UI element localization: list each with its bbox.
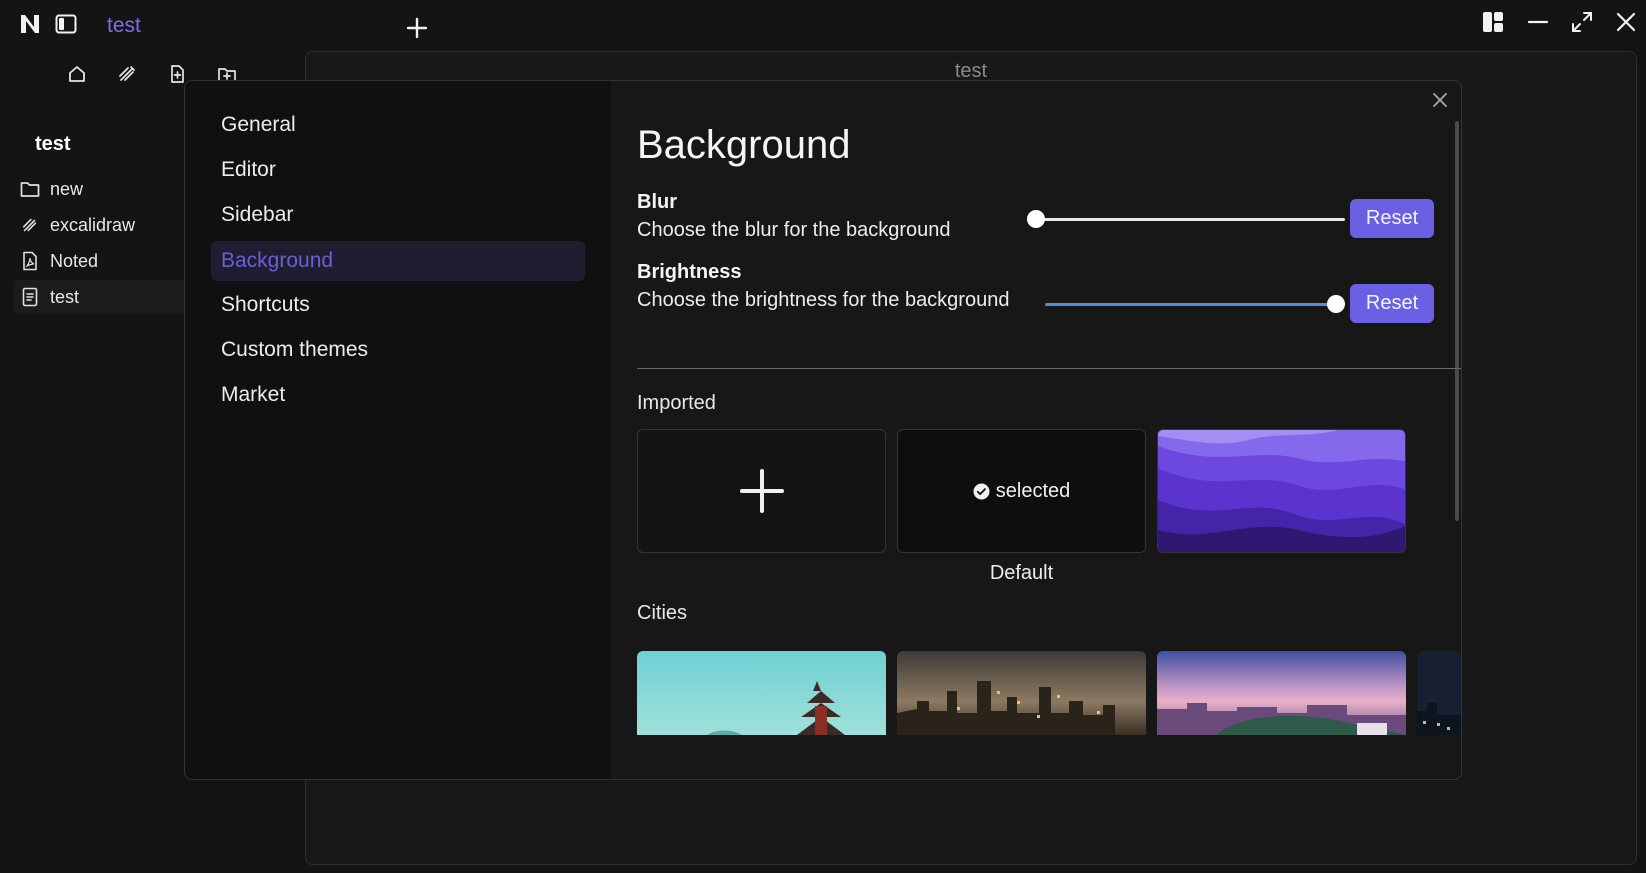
selected-label: selected [995, 479, 1071, 502]
brightness-slider-thumb[interactable] [1327, 295, 1345, 313]
sidebar-toggle-icon[interactable] [54, 12, 78, 36]
excalidraw-icon [20, 215, 40, 235]
nav-background[interactable]: Background [211, 241, 585, 281]
cities-label: Cities [637, 602, 688, 624]
sidebar-item-label: excalidraw [50, 214, 136, 235]
blur-description: Choose the blur for the background [637, 219, 951, 241]
excalidraw-icon[interactable] [115, 62, 139, 86]
page-title: Background [637, 123, 851, 167]
settings-nav: General Editor Sidebar Background Shortc… [185, 81, 611, 779]
nav-general[interactable]: General [211, 105, 585, 145]
settings-modal: General Editor Sidebar Background Shortc… [184, 80, 1462, 780]
sidebar-item-excalidraw[interactable]: excalidraw [14, 208, 194, 242]
city-thumbnail-sunset-park[interactable] [1157, 651, 1406, 735]
blur-reset-button[interactable]: Reset [1350, 199, 1434, 238]
nav-market[interactable]: Market [211, 375, 585, 415]
plus-icon[interactable] [404, 15, 430, 41]
default-caption: Default [989, 562, 1054, 584]
sidebar-item-new[interactable]: new [14, 172, 194, 206]
home-icon[interactable] [65, 62, 89, 86]
city-thumbnail-night-skyline[interactable] [897, 651, 1146, 735]
sidebar-item-test[interactable]: test [14, 280, 194, 314]
brightness-description: Choose the brightness for the background [637, 289, 1010, 311]
nav-sidebar[interactable]: Sidebar [211, 195, 585, 235]
workspace-title: test [35, 133, 71, 155]
background-tile-purple-waves[interactable] [1157, 429, 1406, 553]
divider [637, 368, 1461, 369]
app-logo [18, 12, 42, 36]
sunset-park-image [1157, 651, 1406, 735]
blur-label: Blur [637, 191, 677, 213]
city-thumbnail-pagoda[interactable] [637, 651, 886, 735]
note-file-icon [20, 287, 40, 307]
pagoda-image [637, 651, 886, 735]
minimize-icon[interactable] [1526, 10, 1550, 34]
sidebar-item-label: new [50, 178, 84, 199]
night-city-image [1417, 651, 1461, 735]
sidebar-item-noted[interactable]: Noted [14, 244, 194, 278]
purple-waves-image [1158, 430, 1405, 552]
night-skyline-image [897, 651, 1146, 735]
tab-title[interactable]: test [107, 14, 141, 38]
imported-label: Imported [637, 392, 716, 414]
brightness-slider-track[interactable] [1045, 303, 1335, 306]
maximize-icon[interactable] [1570, 10, 1594, 34]
layout-icon[interactable] [1481, 10, 1505, 34]
city-thumbnail-night-partial[interactable] [1417, 651, 1461, 735]
pdf-file-icon [20, 251, 40, 271]
nav-shortcuts[interactable]: Shortcuts [211, 285, 585, 325]
plus-icon [739, 469, 784, 513]
add-background-button[interactable] [637, 429, 886, 553]
close-icon[interactable] [1614, 10, 1638, 34]
folder-icon [20, 179, 40, 199]
background-tile-default[interactable]: selected [897, 429, 1146, 553]
sidebar-item-label: Noted [50, 250, 99, 271]
blur-slider-thumb[interactable] [1027, 210, 1045, 228]
nav-editor[interactable]: Editor [211, 150, 585, 190]
brightness-reset-button[interactable]: Reset [1350, 284, 1434, 323]
sidebar-item-label: test [50, 286, 80, 307]
brightness-label: Brightness [637, 261, 742, 283]
settings-content: Background Blur Choose the blur for the … [637, 81, 1461, 779]
blur-slider-track[interactable] [1033, 218, 1345, 221]
nav-custom-themes[interactable]: Custom themes [211, 330, 585, 370]
check-circle-icon [973, 483, 990, 499]
